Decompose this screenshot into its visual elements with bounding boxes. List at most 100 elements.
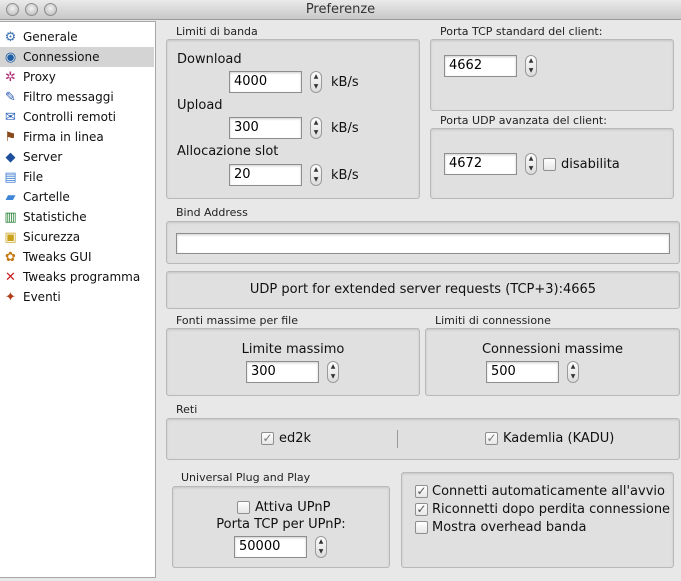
sidebar-item-label: Filtro messaggi [23,90,114,104]
sidebar-item-cartelle[interactable]: ▰ Cartelle [0,187,154,207]
udp-port-group-label: Porta UDP avanzata del client: [440,114,607,127]
sidebar-item-statistiche[interactable]: ▥ Statistiche [0,207,154,227]
download-stepper[interactable]: ▲ ▼ [310,71,322,93]
sidebar-item-label: Eventi [23,290,61,304]
slot-stepper[interactable]: ▲ ▼ [310,164,322,186]
slot-unit-label: kB/s [331,168,359,183]
sidebar-item-sicurezza[interactable]: ▣ Sicurezza [0,227,154,247]
udp-port-stepper[interactable]: ▲ ▼ [525,153,537,175]
file-icon: ▤ [4,170,17,185]
reconnect-label: Riconnetti dopo perdita connessione [432,502,671,517]
tcp-port-stepper[interactable]: ▲ ▼ [525,55,537,77]
sidebar-item-label: Generale [23,30,78,44]
max-sources-input[interactable]: 300 [246,361,319,383]
stepper-up-icon[interactable]: ▲ [311,72,321,82]
sidebar-item-tweaks-gui[interactable]: ✿ Tweaks GUI [0,247,154,267]
stepper-up-icon[interactable]: ▲ [311,118,321,128]
upnp-enable-checkbox[interactable] [237,501,250,514]
sidebar-item-server[interactable]: ◆ Server [0,147,154,167]
generale-icon: ⚙ [4,30,17,45]
autoconnect-label: Connetti automaticamente all'avvio [432,484,665,499]
bind-address-input[interactable] [176,233,670,254]
kad-label: Kademlia (KADU) [503,431,615,446]
upnp-enable-label: Attiva UPnP [255,500,331,515]
sidebar-item-firma-in-linea[interactable]: ⚑ Firma in linea [0,127,154,147]
upnp-port-label: Porta TCP per UPnP: [216,517,346,532]
sidebar-item-generale[interactable]: ⚙ Generale [0,27,154,47]
tcp-port-input[interactable]: 4662 [444,55,517,77]
bind-address-group-label: Bind Address [176,206,248,219]
max-sources-group-label: Fonti massime per file [176,314,298,327]
sidebar-item-tweaks-programma[interactable]: ✕ Tweaks programma [0,267,154,287]
server-icon: ◆ [5,150,16,165]
preferences-window: Preferenze ⚙ Generale ◉ Connessione ✲ Proxy ✎ F… [0,0,681,581]
upload-label: Upload [177,98,223,113]
stepper-down-icon[interactable]: ▼ [328,372,338,382]
stepper-up-icon[interactable]: ▲ [311,165,321,175]
autoconnect-checkbox[interactable]: ✓ [415,485,428,498]
stepper-up-icon[interactable]: ▲ [526,56,536,66]
window-title: Preferenze [305,2,376,17]
udp-disable-checkbox[interactable] [543,158,556,171]
udp-port-input[interactable]: 4672 [444,153,517,175]
stepper-down-icon[interactable]: ▼ [311,175,321,185]
sidebar-item-label: Sicurezza [23,230,81,244]
tcp-port-group-label: Porta TCP standard del client: [440,25,603,38]
stepper-up-icon[interactable]: ▲ [328,362,338,372]
sidebar-item-label: Firma in linea [23,130,104,144]
download-input[interactable]: 4000 [229,71,302,93]
stepper-down-icon[interactable]: ▼ [568,372,578,382]
max-connections-input[interactable]: 500 [486,361,559,383]
upload-stepper[interactable]: ▲ ▼ [310,117,322,139]
ed2k-checkbox[interactable]: ✓ [261,432,274,445]
sidebar-item-controlli-remoti[interactable]: ✉ Controlli remoti [0,107,154,127]
networks-group-label: Reti [176,403,198,416]
overhead-checkbox[interactable] [415,521,428,534]
stepper-up-icon[interactable]: ▲ [526,154,536,164]
sidebar-item-eventi[interactable]: ✦ Eventi [0,287,154,307]
sidebar-item-label: File [23,170,44,184]
upnp-port-input[interactable]: 50000 [234,536,307,558]
title-bar[interactable]: Preferenze [0,0,681,20]
stepper-down-icon[interactable]: ▼ [311,82,321,92]
stepper-down-icon[interactable]: ▼ [526,66,536,76]
tweaks-gui-icon: ✿ [5,250,16,265]
kad-checkbox[interactable]: ✓ [485,432,498,445]
folder-icon: ▰ [5,190,16,205]
reconnect-checkbox[interactable]: ✓ [415,503,428,516]
download-unit-label: kB/s [331,75,359,90]
lock-icon: ▣ [4,230,17,245]
sidebar-item-label: Proxy [23,70,56,84]
udp-disable-label: disabilita [561,157,620,172]
max-connections-stepper[interactable]: ▲ ▼ [567,361,579,383]
proxy-icon: ✲ [5,70,16,85]
sidebar-item-connessione[interactable]: ◉ Connessione [0,47,154,67]
connessione-icon: ◉ [4,50,17,65]
stepper-up-icon[interactable]: ▲ [316,537,326,547]
upnp-port-stepper[interactable]: ▲ ▼ [315,536,327,558]
sidebar-item-proxy[interactable]: ✲ Proxy [0,67,154,87]
sidebar-item-filtro-messaggi[interactable]: ✎ Filtro messaggi [0,87,154,107]
stepper-down-icon[interactable]: ▼ [316,547,326,557]
conn-limits-group-label: Limiti di connessione [435,314,551,327]
firma-in-linea-icon: ⚑ [4,130,17,145]
max-sources-stepper[interactable]: ▲ ▼ [327,361,339,383]
udp-extended-label: UDP port for extended server requests (T… [249,282,597,297]
sidebar-item-label: Connessione [23,50,100,64]
stepper-down-icon[interactable]: ▼ [526,164,536,174]
upnp-group-label: Universal Plug and Play [181,471,311,484]
stepper-up-icon[interactable]: ▲ [568,362,578,372]
sidebar-item-label: Statistiche [23,210,87,224]
stepper-down-icon[interactable]: ▼ [311,128,321,138]
slot-input[interactable]: 20 [229,164,302,186]
sidebar-item-label: Tweaks GUI [23,250,92,264]
sidebar-item-file[interactable]: ▤ File [0,167,154,187]
upload-unit-label: kB/s [331,121,359,136]
statistiche-icon: ▥ [4,210,17,225]
upload-input[interactable]: 300 [229,117,302,139]
sidebar-item-label: Controlli remoti [23,110,116,124]
conn-limits-label: Connessioni massime [481,342,624,357]
sidebar-item-label: Tweaks programma [23,270,141,284]
controlli-remoti-icon: ✉ [5,110,16,125]
networks-divider [397,430,398,448]
